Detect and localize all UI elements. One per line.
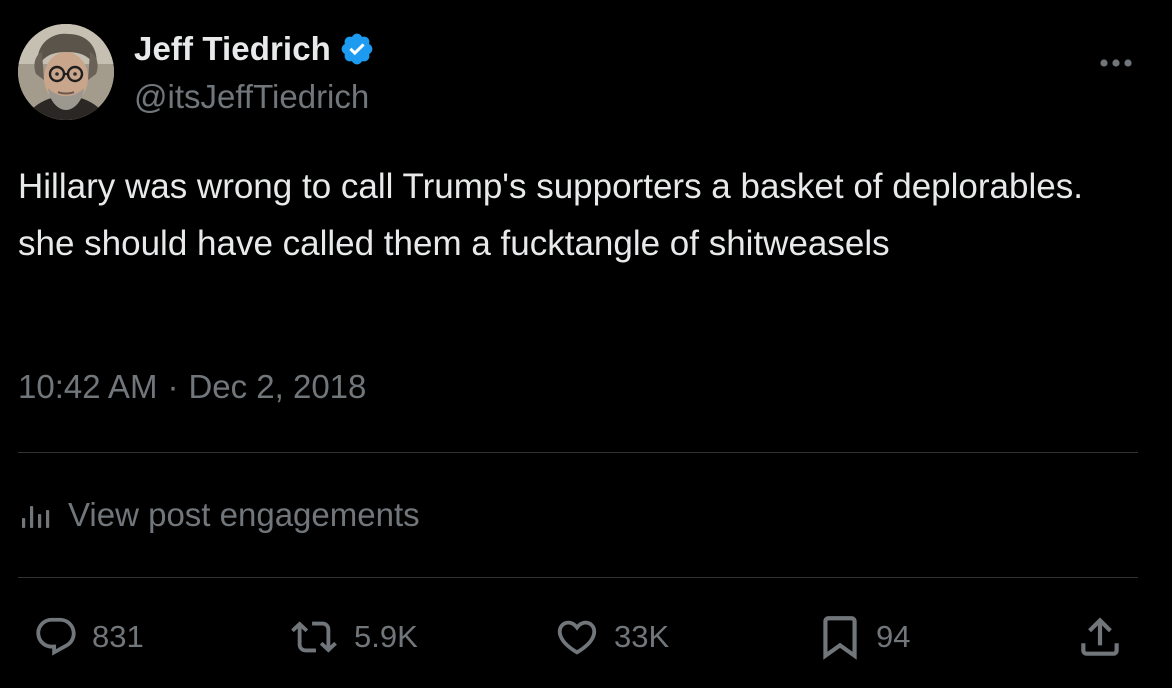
avatar-photo: [18, 24, 114, 120]
action-bar: 831 5.9K 33K 94: [0, 610, 1172, 664]
tweet-card: Jeff Tiedrich @itsJeffTiedrich Hillary w…: [0, 0, 1172, 688]
reply-button[interactable]: 831: [30, 610, 144, 664]
bookmark-button[interactable]: 94: [814, 610, 910, 664]
reply-bubble-icon: [36, 617, 76, 656]
reply-count: 831: [92, 619, 144, 654]
more-dots-icon: [1100, 59, 1132, 67]
retweet-button[interactable]: 5.9K: [284, 610, 418, 664]
retweet-count: 5.9K: [354, 619, 418, 654]
heart-icon: [557, 620, 597, 655]
verified-badge-icon[interactable]: [339, 31, 375, 67]
like-button[interactable]: 33K: [550, 610, 669, 664]
bookmark-count: 94: [876, 619, 911, 654]
view-engagements-link[interactable]: View post engagements: [18, 496, 420, 534]
author-name-row: Jeff Tiedrich: [134, 27, 375, 71]
retweet-icon: [291, 621, 337, 653]
like-count: 33K: [614, 619, 670, 654]
more-options-button[interactable]: [1096, 50, 1136, 76]
divider-top: [18, 452, 1138, 453]
tweet-time[interactable]: 10:42 AM: [18, 368, 157, 406]
author-handle[interactable]: @itsJeffTiedrich: [134, 78, 369, 116]
divider-bottom: [18, 577, 1138, 578]
analytics-bars-icon: [22, 506, 50, 528]
share-upload-icon: [1081, 617, 1119, 656]
tweet-text: Hillary was wrong to call Trump's suppor…: [18, 167, 1083, 263]
avatar[interactable]: [18, 24, 114, 120]
author-display-name[interactable]: Jeff Tiedrich: [134, 30, 331, 68]
timestamp-separator: ·: [167, 368, 179, 405]
share-button[interactable]: [1074, 610, 1126, 664]
bookmark-icon: [823, 616, 857, 660]
tweet-date[interactable]: Dec 2, 2018: [188, 368, 366, 406]
tweet-timestamp[interactable]: 10:42 AM · Dec 2, 2018: [18, 368, 366, 406]
view-engagements-label: View post engagements: [68, 496, 420, 533]
